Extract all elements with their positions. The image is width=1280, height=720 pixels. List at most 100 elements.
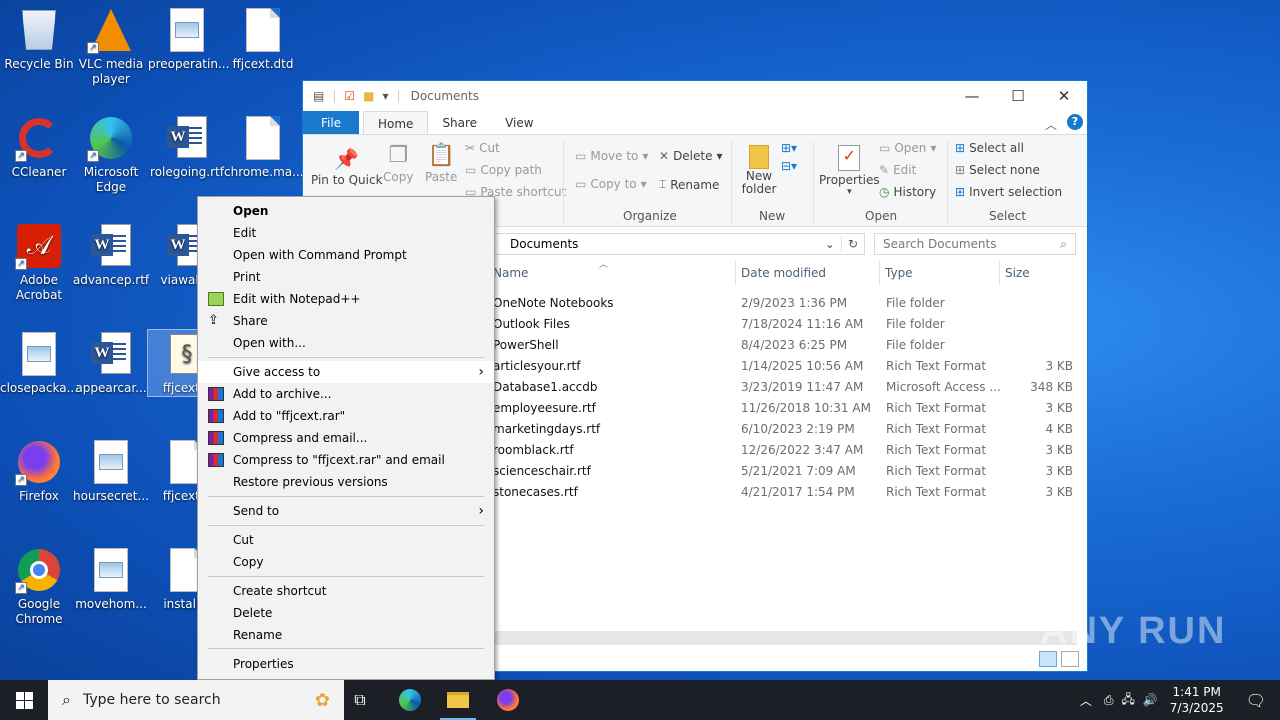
desktop-icon[interactable]: movehom... xyxy=(72,546,150,612)
column-header-date[interactable]: Date modified xyxy=(741,266,826,280)
desktop-icon[interactable]: ↗ Microsoft Edge xyxy=(72,114,150,195)
menu-item-add-to-archive[interactable]: Add to archive... xyxy=(198,383,494,405)
file-row[interactable]: Outlook Files 7/18/2024 11:16 AM File fold… xyxy=(493,314,1073,335)
minimize-button[interactable]: — xyxy=(949,81,995,111)
menu-item-share[interactable]: ⇪ Share xyxy=(198,310,494,332)
volume-icon[interactable]: 🔊 xyxy=(1139,693,1162,707)
select-all-button[interactable]: ⊞ Select all xyxy=(955,141,1024,155)
task-view-button[interactable]: ⧉ xyxy=(336,680,384,720)
file-row[interactable]: PowerShell 8/4/2023 6:25 PM File folder xyxy=(493,335,1073,356)
column-header-size[interactable]: Size xyxy=(1005,266,1030,280)
file-row[interactable]: OneNote Notebooks 2/9/2023 1:36 PM File fo… xyxy=(493,293,1073,314)
menu-item-rename[interactable]: Rename xyxy=(198,624,494,646)
paste-button[interactable]: 📋 Paste xyxy=(425,143,457,184)
address-bar[interactable]: Documents ⌄ ↻ xyxy=(493,233,865,255)
file-row[interactable]: stonecases.rtf 4/21/2017 1:54 PM Rich Text… xyxy=(493,482,1073,503)
menu-item-compress-to-ffjcext-rar-and-email[interactable]: Compress to "ffjcext.rar" and email xyxy=(198,449,494,471)
desktop-icon[interactable]: ↗ VLC media player xyxy=(72,6,150,87)
desktop-icon[interactable]: ↗ Firefox xyxy=(0,438,78,504)
cut-button[interactable]: ✂ Cut xyxy=(465,141,500,155)
history-button[interactable]: ◷ History xyxy=(879,185,936,199)
menu-item-open[interactable]: Open xyxy=(198,200,494,222)
rename-button[interactable]: ⌶ Rename xyxy=(659,177,719,192)
close-button[interactable]: ✕ xyxy=(1041,81,1087,111)
file-row[interactable]: scienceschair.rtf 5/21/2021 7:09 AM Rich T… xyxy=(493,461,1073,482)
menu-item-open-with-command-prompt[interactable]: Open with Command Prompt xyxy=(198,244,494,266)
menu-item-edit-with-notepad[interactable]: Edit with Notepad++ xyxy=(198,288,494,310)
menu-item-print[interactable]: Print xyxy=(198,266,494,288)
search-box[interactable]: Search Documents ⌕ xyxy=(874,233,1076,255)
delete-button[interactable]: ✕ Delete ▾ xyxy=(659,149,723,163)
menu-item-create-shortcut[interactable]: Create shortcut xyxy=(198,580,494,602)
desktop-icon[interactable]: Recycle Bin xyxy=(0,6,78,72)
details-view-icon[interactable] xyxy=(1039,651,1057,667)
show-hidden-icons-icon[interactable]: ︿ xyxy=(1072,692,1100,709)
menu-item-open-with[interactable]: Open with... xyxy=(198,332,494,354)
tab-view[interactable]: View xyxy=(491,111,547,134)
taskbar-edge-button[interactable] xyxy=(386,680,434,720)
clock[interactable]: 1:41 PM 7/3/2025 xyxy=(1170,684,1224,716)
start-button[interactable] xyxy=(0,680,48,720)
tab-share[interactable]: Share xyxy=(428,111,491,134)
network-icon[interactable]: 🖧 xyxy=(1117,690,1138,711)
refresh-icon[interactable]: ↻ xyxy=(840,237,864,251)
file-row[interactable]: marketingdays.rtf 6/10/2023 2:19 PM Rich T… xyxy=(493,419,1073,440)
new-item-button[interactable]: ⊞▾ ⊟▾ xyxy=(781,141,797,173)
folder-quick-icon[interactable]: ■ xyxy=(363,89,374,103)
move-to-button[interactable]: ▭ Move to ▾ xyxy=(575,149,648,163)
menu-item-compress-and-email[interactable]: Compress and email... xyxy=(198,427,494,449)
copy-to-button[interactable]: ▭ Copy to ▾ xyxy=(575,177,647,191)
desktop-icon[interactable]: chrome.ma... xyxy=(224,114,304,180)
pin-to-quick-access-button[interactable]: 📌 Pin to Quick xyxy=(311,147,383,187)
desktop-icon[interactable]: Wappearcar... xyxy=(72,330,150,396)
maximize-button[interactable]: ☐ xyxy=(995,81,1041,111)
file-row[interactable]: Database1.accdb 3/23/2019 11:47 AM Microso… xyxy=(493,377,1073,398)
desktop-icon[interactable]: closepacka... xyxy=(0,330,78,396)
taskbar-search-box[interactable]: ⌕ Type here to search ✿ xyxy=(48,680,344,720)
copy-path-button[interactable]: ▭ Copy path xyxy=(465,163,542,177)
menu-item-copy[interactable]: Copy xyxy=(198,551,494,573)
taskbar-firefox-button[interactable] xyxy=(484,680,532,720)
file-row[interactable]: roomblack.rtf 12/26/2022 3:47 AM Rich Text… xyxy=(493,440,1073,461)
chevron-down-icon[interactable]: ▾ xyxy=(383,89,389,103)
tab-file[interactable]: File xyxy=(303,111,359,134)
checkmark-quick-icon[interactable]: ☑ xyxy=(344,89,355,103)
title-bar[interactable]: ▤ | ☑ ■ ▾ | Documents — ☐ ✕ xyxy=(303,81,1087,111)
notifications-icon[interactable]: 🗨 xyxy=(1238,691,1280,710)
menu-item-restore-previous-versions[interactable]: Restore previous versions xyxy=(198,471,494,493)
copy-button[interactable]: ❐ Copy xyxy=(383,143,413,184)
properties-button[interactable]: ✓ Properties ▾ xyxy=(819,145,880,197)
edit-button[interactable]: ✎ Edit xyxy=(879,163,916,177)
properties-quick-icon[interactable]: ▤ xyxy=(313,89,324,103)
desktop-icon[interactable]: hoursecret... xyxy=(72,438,150,504)
open-button[interactable]: ▭ Open ▾ xyxy=(879,141,936,155)
help-icon[interactable]: ? xyxy=(1063,111,1087,134)
column-header-name[interactable]: Name xyxy=(493,266,528,280)
menu-item-give-access-to[interactable]: Give access to › xyxy=(198,361,494,383)
menu-item-cut[interactable]: Cut xyxy=(198,529,494,551)
invert-selection-button[interactable]: ⊞ Invert selection xyxy=(955,185,1062,199)
select-none-button[interactable]: ⊞ Select none xyxy=(955,163,1040,177)
file-row[interactable]: employeesure.rtf 11/26/2018 10:31 AM Rich … xyxy=(493,398,1073,419)
file-row[interactable]: articlesyour.rtf 1/14/2025 10:56 AM Rich T… xyxy=(493,356,1073,377)
menu-item-send-to[interactable]: Send to › xyxy=(198,500,494,522)
desktop-icon[interactable]: 𝒜 ↗ Adobe Acrobat xyxy=(0,222,78,303)
column-header-type[interactable]: Type xyxy=(885,266,913,280)
menu-item-properties[interactable]: Properties xyxy=(198,653,494,675)
collapse-ribbon-icon[interactable]: ︿ xyxy=(1039,111,1063,134)
horizontal-scrollbar[interactable] xyxy=(493,631,1077,645)
taskbar-file-explorer-button[interactable] xyxy=(434,680,482,720)
desktop-icon[interactable]: Wadvancep.rtf xyxy=(72,222,150,288)
large-icons-view-icon[interactable] xyxy=(1061,651,1079,667)
device-icon[interactable]: ⎙ xyxy=(1100,693,1118,708)
desktop-icon[interactable]: Wrolegoing.rtf xyxy=(148,114,226,180)
menu-item-delete[interactable]: Delete xyxy=(198,602,494,624)
address-dropdown-icon[interactable]: ⌄ xyxy=(819,237,841,251)
new-folder-button[interactable]: New folder xyxy=(741,145,777,196)
menu-item-add-to-ffjcext-rar[interactable]: Add to "ffjcext.rar" xyxy=(198,405,494,427)
menu-item-edit[interactable]: Edit xyxy=(198,222,494,244)
desktop-icon[interactable]: ↗ Google Chrome xyxy=(0,546,78,627)
desktop-icon[interactable]: ffjcext.dtd xyxy=(224,6,302,72)
desktop-icon[interactable]: preoperatin... xyxy=(148,6,229,72)
tab-home[interactable]: Home xyxy=(363,111,429,134)
